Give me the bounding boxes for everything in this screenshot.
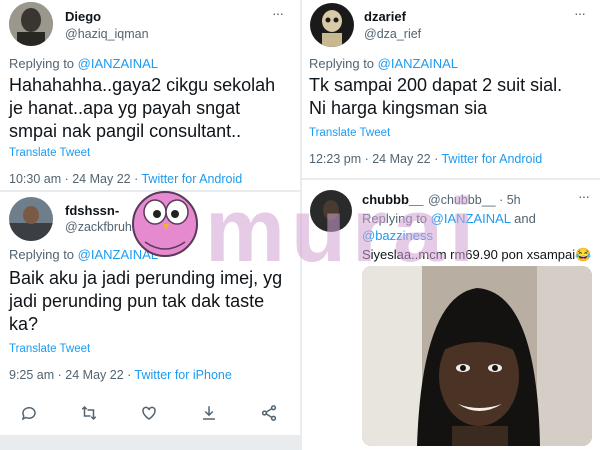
display-name[interactable]: dzarief <box>364 9 406 24</box>
translate-tweet-link[interactable]: Translate Tweet <box>9 343 90 355</box>
more-horizontal-icon[interactable]: ··· <box>578 188 590 204</box>
replying-to-label: Replying to <box>9 247 78 262</box>
tweet-text: Tk sampai 200 dapat 2 suit sial. Ni harg… <box>309 75 563 118</box>
display-name[interactable]: Diego <box>65 9 101 24</box>
tweet-timestamp[interactable]: 12:23 pm · 24 May 22 · <box>309 152 441 166</box>
tweet-source[interactable]: Twitter for Android <box>441 152 542 166</box>
replying-to-label: Replying to <box>309 56 378 71</box>
like-icon[interactable] <box>138 402 160 424</box>
tweet-actions <box>18 402 280 424</box>
tweet-meta: 9:25 am · 24 May 22 · Twitter for iPhone <box>9 368 232 382</box>
reply-icon[interactable] <box>18 402 40 424</box>
more-horizontal-icon[interactable]: ··· <box>574 5 586 21</box>
share-icon[interactable] <box>258 402 280 424</box>
replying-to-label: Replying to <box>9 56 78 71</box>
replying-and: and <box>510 211 536 226</box>
avatar[interactable] <box>9 2 53 46</box>
tweet-source[interactable]: Twitter for iPhone <box>135 368 232 382</box>
replying-to-link[interactable]: @IANZAINAL <box>78 56 158 71</box>
user-handle[interactable]: @dza_rief <box>364 27 421 41</box>
tweet-age[interactable]: · 5h <box>499 193 521 207</box>
translate-tweet-link[interactable]: Translate Tweet <box>309 127 390 139</box>
avatar[interactable] <box>310 3 354 47</box>
user-handle[interactable]: @haziq_iqman <box>65 27 149 41</box>
replying-to: Replying to @IANZAINAL <box>9 56 158 71</box>
tweet-timestamp[interactable]: 10:30 am · 24 May 22 · <box>9 172 141 186</box>
retweet-icon[interactable] <box>78 402 100 424</box>
tweet-meta: 12:23 pm · 24 May 22 · Twitter for Andro… <box>309 152 542 166</box>
tweet-text: Hahahahha..gaya2 cikgu sekolah je hanat.… <box>9 75 276 141</box>
bird-mascot-icon <box>132 191 198 257</box>
display-name[interactable]: fdshssn- <box>65 203 119 218</box>
translate-tweet-link[interactable]: Translate Tweet <box>9 147 90 159</box>
replying-to-link[interactable]: @IANZAINAL <box>378 56 458 71</box>
download-icon[interactable] <box>198 402 220 424</box>
watermark-text: murai <box>205 181 481 281</box>
avatar[interactable] <box>9 197 53 241</box>
more-horizontal-icon[interactable]: ··· <box>272 5 284 21</box>
tweet-card-diego[interactable]: Diego @haziq_iqman ··· Replying to @IANZ… <box>0 0 300 190</box>
replying-to: Replying to @IANZAINAL <box>309 56 458 71</box>
tweet-photo[interactable] <box>362 266 592 446</box>
tweet-timestamp[interactable]: 9:25 am · 24 May 22 · <box>9 368 135 382</box>
tweet-card-dzarief[interactable]: dzarief @dza_rief ··· Replying to @IANZA… <box>302 0 600 178</box>
